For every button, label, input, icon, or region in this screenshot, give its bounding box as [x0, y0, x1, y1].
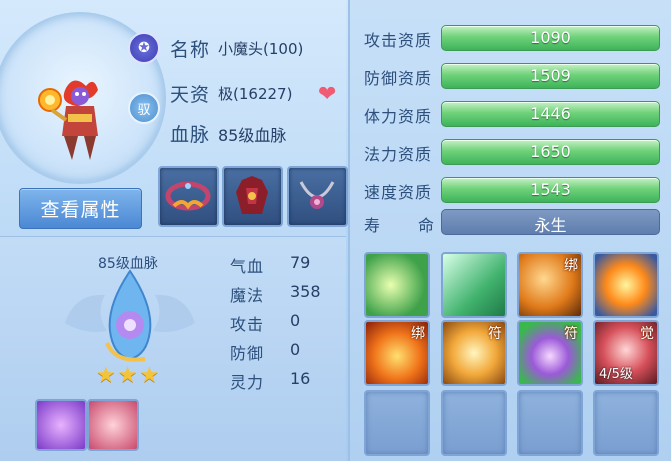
talisman-tag: 符 — [488, 326, 502, 342]
collar-icon — [165, 181, 211, 211]
apt-bar-defense: 1509 — [441, 63, 660, 89]
stat-value-mp: 358 — [290, 282, 321, 301]
lifespan-bar: 永生 — [441, 209, 660, 235]
skill-slot-6[interactable]: 符 — [441, 320, 507, 386]
equipment-slot-armor[interactable] — [222, 166, 283, 227]
stat-label-spirit: 灵力 — [230, 373, 265, 392]
apt-value-stamina: 1446 — [530, 104, 571, 123]
apt-bar-speed: 1543 — [441, 177, 660, 203]
apt-bar-magic: 1650 — [441, 139, 660, 165]
bloodline-panel: 85级血脉 ★★★ 气血 79 魔法 358 攻击 0 防御 0 灵力 16 — [0, 236, 346, 461]
skill-slot-3[interactable]: 绑 — [517, 252, 583, 318]
apt-bar-stamina: 1446 — [441, 101, 660, 127]
bloodline-stars: ★★★ — [96, 363, 162, 388]
stat-label-attack: 攻击 — [230, 315, 265, 334]
name-value: 小魔头(100) — [218, 40, 304, 58]
skill-slot-7[interactable]: 符 — [517, 320, 583, 386]
talisman-tag: 符 — [564, 326, 578, 342]
armor-icon — [236, 176, 268, 214]
pet-attributes-window: ✪ 驭 名称 小魔头(100) 天资 极(16227) ❤ 血脉 85级血脉 查… — [0, 0, 671, 461]
apt-value-magic: 1650 — [530, 142, 571, 161]
skill-slot-1[interactable] — [364, 252, 430, 318]
awaken-level: 4/5级 — [599, 367, 633, 382]
lifespan-label-b: 命 — [418, 216, 436, 235]
skill-slot-2[interactable] — [441, 252, 507, 318]
awaken-tag: 觉 — [640, 326, 654, 342]
apt-label-attack: 攻击资质 — [364, 31, 433, 50]
bloodline-skill-2[interactable] — [87, 399, 139, 451]
stat-value-hp: 79 — [290, 253, 311, 272]
bind-tag: 绑 — [564, 258, 578, 274]
apt-value-speed: 1543 — [530, 180, 571, 199]
skill-slot-5[interactable]: 绑 — [364, 320, 430, 386]
heart-icon[interactable]: ❤ — [318, 82, 336, 107]
bloodline-label: 血脉 — [170, 124, 211, 146]
apt-value-defense: 1509 — [530, 66, 571, 85]
bloodline-value: 85级血脉 — [218, 126, 287, 145]
stat-label-hp: 气血 — [230, 257, 265, 276]
bloodline-emblem — [65, 269, 195, 362]
pet-info-panel: ✪ 驭 名称 小魔头(100) 天资 极(16227) ❤ 血脉 85级血脉 查… — [0, 0, 348, 236]
apt-label-speed: 速度资质 — [364, 183, 433, 202]
apt-label-defense: 防御资质 — [364, 69, 433, 88]
talent-value: 极(16227) — [218, 85, 293, 103]
lifespan-label-a: 寿 — [364, 216, 382, 235]
skill-slot-empty-2[interactable] — [441, 390, 507, 456]
apt-label-magic: 法力资质 — [364, 145, 433, 164]
lifespan-value: 永生 — [534, 216, 567, 235]
pet-type-badge: ✪ — [128, 32, 160, 64]
apt-label-stamina: 体力资质 — [364, 107, 433, 126]
stat-label-defense: 防御 — [230, 344, 265, 363]
skill-slot-empty-1[interactable] — [364, 390, 430, 456]
equipment-slot-collar[interactable] — [158, 166, 219, 227]
stat-value-attack: 0 — [290, 311, 301, 330]
pet-portrait-image — [38, 80, 98, 160]
equipment-slot-necklace[interactable] — [287, 166, 348, 227]
ride-badge[interactable]: 驭 — [128, 92, 160, 124]
skill-slot-empty-3[interactable] — [517, 390, 583, 456]
bloodline-skill-1[interactable] — [35, 399, 87, 451]
stat-value-defense: 0 — [290, 340, 301, 359]
bind-tag: 绑 — [411, 326, 425, 342]
apt-bar-attack: 1090 — [441, 25, 660, 51]
skill-slot-4[interactable] — [593, 252, 659, 318]
stat-label-mp: 魔法 — [230, 286, 265, 305]
talent-label: 天资 — [170, 84, 211, 106]
view-attributes-button[interactable]: 查看属性 — [19, 188, 142, 229]
ride-badge-text: 驭 — [137, 102, 151, 118]
pet-emblem-icon: ✪ — [138, 40, 150, 56]
necklace-icon — [299, 181, 335, 209]
name-label: 名称 — [170, 39, 211, 61]
skill-slot-empty-4[interactable] — [593, 390, 659, 456]
apt-value-attack: 1090 — [530, 28, 571, 47]
skill-slot-8[interactable]: 觉 4/5级 — [593, 320, 659, 386]
stat-value-spirit: 16 — [290, 369, 311, 388]
